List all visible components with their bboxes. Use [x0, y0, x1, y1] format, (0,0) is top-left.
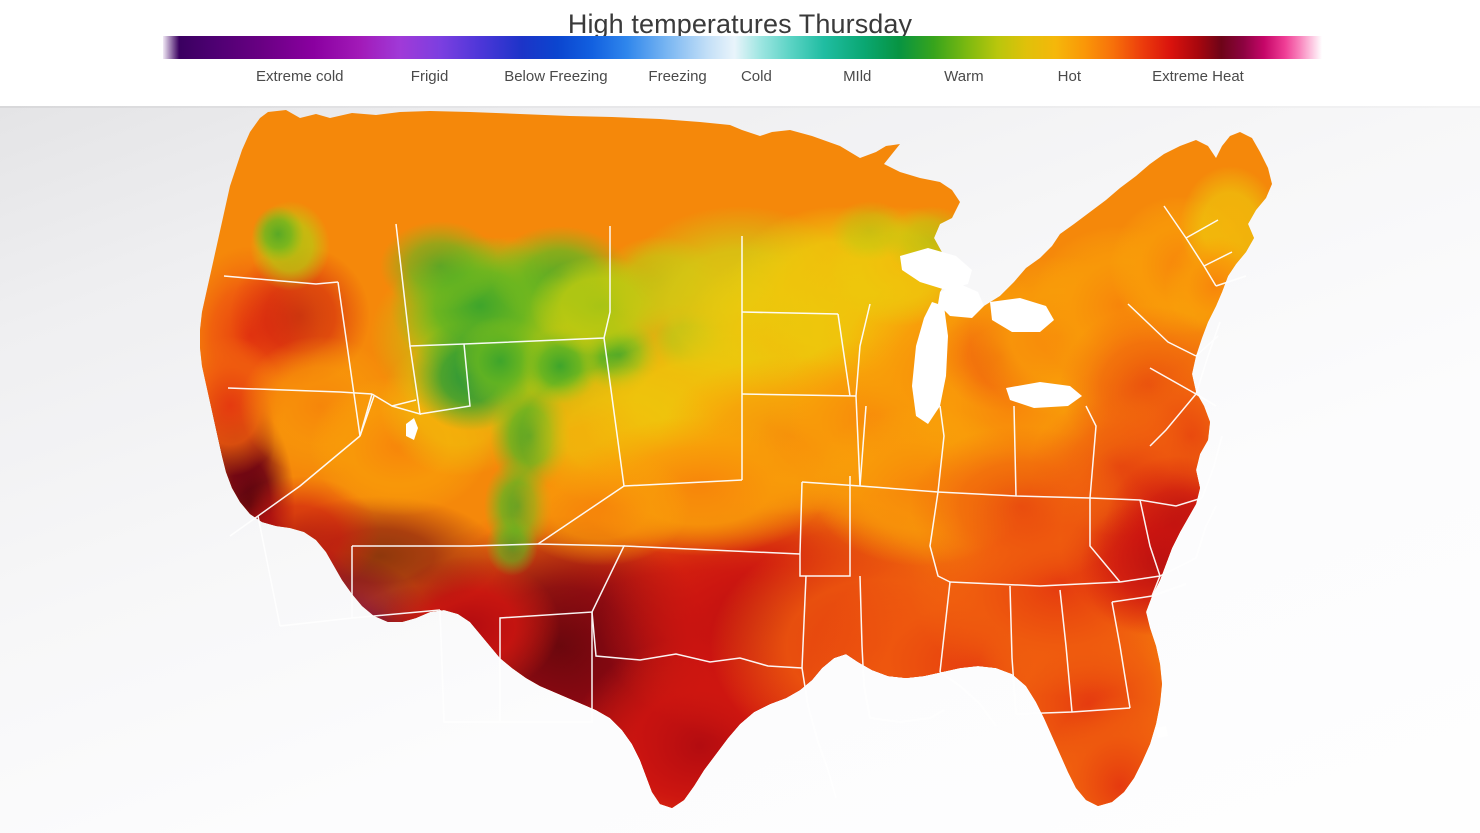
legend-label-mild: MIld	[843, 68, 872, 85]
map-header: High temperatures Thursday Extreme cold F…	[0, 0, 1480, 106]
legend-label-extreme-cold: Extreme cold	[255, 68, 344, 85]
legend-label-hot: Hot	[1057, 68, 1081, 85]
temperature-field	[200, 110, 1272, 808]
legend-label-below-freezing: Below Freezing	[504, 68, 608, 85]
weather-map-page: High temperatures Thursday Extreme cold F…	[0, 0, 1480, 833]
legend-label-extreme-heat: Extreme Heat	[1152, 68, 1244, 85]
us-temperature-contour-map[interactable]	[0, 106, 1480, 833]
temperature-color-scale-bar	[163, 36, 1322, 59]
legend-label-warm: Warm	[944, 68, 984, 85]
legend-label-freezing: Freezing	[648, 68, 707, 85]
legend-label-cold: Cold	[740, 68, 772, 85]
legend-label-frigid: Frigid	[410, 68, 449, 85]
map-canvas[interactable]	[0, 106, 1480, 833]
color-gradient	[163, 36, 1322, 59]
